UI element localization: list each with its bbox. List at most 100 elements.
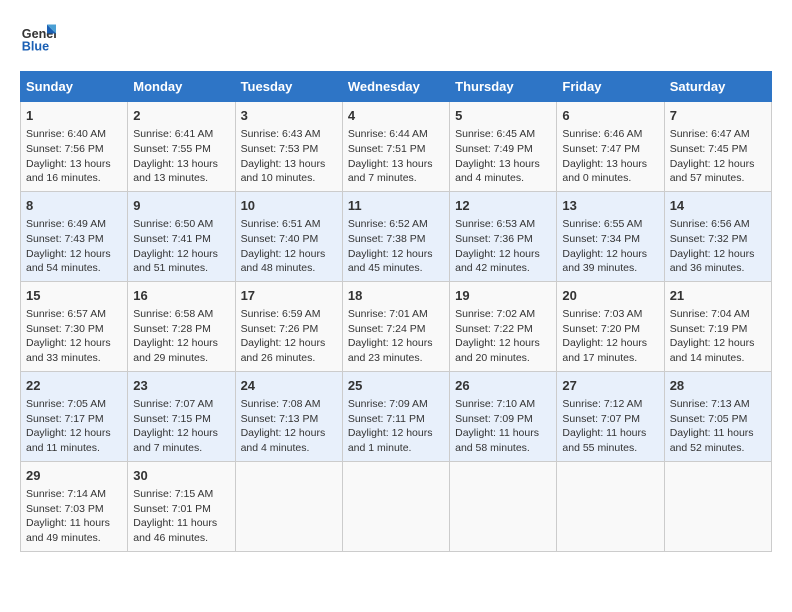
- day-number: 15: [26, 287, 122, 305]
- header-day-friday: Friday: [557, 72, 664, 102]
- day-number: 27: [562, 377, 658, 395]
- calendar-cell: 26Sunrise: 7:10 AM Sunset: 7:09 PM Dayli…: [450, 371, 557, 461]
- day-number: 6: [562, 107, 658, 125]
- calendar-header: SundayMondayTuesdayWednesdayThursdayFrid…: [21, 72, 772, 102]
- calendar-cell: 21 Sunrise: 7:04 AM Sunset: 7:19 PM Dayli…: [664, 281, 771, 371]
- calendar-cell: 12 Sunrise: 6:53 AM Sunset: 7:36 PM Dayli…: [450, 191, 557, 281]
- logo: General Blue: [20, 20, 62, 56]
- day-number: 10: [241, 197, 337, 215]
- day-number: 28: [670, 377, 766, 395]
- calendar-cell: 16 Sunrise: 6:58 AM Sunset: 7:28 PM Dayli…: [128, 281, 235, 371]
- calendar-cell: 17 Sunrise: 6:59 AM Sunset: 7:26 PM Dayli…: [235, 281, 342, 371]
- day-detail: Sunrise: 6:50 AM Sunset: 7:41 PM Dayligh…: [133, 217, 229, 276]
- day-detail: Sunrise: 6:49 AM Sunset: 7:43 PM Dayligh…: [26, 217, 122, 276]
- calendar-cell: 20 Sunrise: 7:03 AM Sunset: 7:20 PM Dayli…: [557, 281, 664, 371]
- day-detail: Sunrise: 6:59 AM Sunset: 7:26 PM Dayligh…: [241, 307, 337, 366]
- calendar-cell: 15 Sunrise: 6:57 AM Sunset: 7:30 PM Dayli…: [21, 281, 128, 371]
- calendar-cell: 25 Sunrise: 7:09 AM Sunset: 7:11 PM Dayli…: [342, 371, 449, 461]
- day-number: 21: [670, 287, 766, 305]
- calendar-cell: 27 Sunrise: 7:12 AM Sunset: 7:07 PM Dayli…: [557, 371, 664, 461]
- day-detail: Sunrise: 7:09 AM Sunset: 7:11 PM Dayligh…: [348, 397, 444, 456]
- day-number: 13: [562, 197, 658, 215]
- day-number: 18: [348, 287, 444, 305]
- day-detail: Sunrise: 6:40 AM Sunset: 7:56 PM Dayligh…: [26, 127, 122, 186]
- calendar-week-3: 15 Sunrise: 6:57 AM Sunset: 7:30 PM Dayli…: [21, 281, 772, 371]
- day-number: 20: [562, 287, 658, 305]
- day-number: 7: [670, 107, 766, 125]
- day-detail: Sunrise: 7:05 AM Sunset: 7:17 PM Dayligh…: [26, 397, 122, 456]
- header-day-monday: Monday: [128, 72, 235, 102]
- day-number: 12: [455, 197, 551, 215]
- day-number: 4: [348, 107, 444, 125]
- calendar-cell: [342, 461, 449, 551]
- calendar-cell: 6 Sunrise: 6:46 AM Sunset: 7:47 PM Daylig…: [557, 102, 664, 192]
- header-day-saturday: Saturday: [664, 72, 771, 102]
- day-number: 17: [241, 287, 337, 305]
- day-detail: Sunrise: 7:13 AM Sunset: 7:05 PM Dayligh…: [670, 397, 766, 456]
- day-number: 1: [26, 107, 122, 125]
- day-detail: Sunrise: 6:58 AM Sunset: 7:28 PM Dayligh…: [133, 307, 229, 366]
- calendar-week-5: 29 Sunrise: 7:14 AM Sunset: 7:03 PM Dayli…: [21, 461, 772, 551]
- day-number: 25: [348, 377, 444, 395]
- day-number: 30: [133, 467, 229, 485]
- logo-icon: General Blue: [20, 20, 56, 56]
- calendar-table: SundayMondayTuesdayWednesdayThursdayFrid…: [20, 71, 772, 552]
- day-number: 26: [455, 377, 551, 395]
- calendar-week-2: 8 Sunrise: 6:49 AM Sunset: 7:43 PM Daylig…: [21, 191, 772, 281]
- day-detail: Sunrise: 6:46 AM Sunset: 7:47 PM Dayligh…: [562, 127, 658, 186]
- page-header: General Blue: [20, 20, 772, 56]
- calendar-cell: 2 Sunrise: 6:41 AM Sunset: 7:55 PM Daylig…: [128, 102, 235, 192]
- calendar-week-1: 1 Sunrise: 6:40 AM Sunset: 7:56 PM Daylig…: [21, 102, 772, 192]
- day-number: 9: [133, 197, 229, 215]
- calendar-week-4: 22 Sunrise: 7:05 AM Sunset: 7:17 PM Dayli…: [21, 371, 772, 461]
- day-detail: Sunrise: 6:51 AM Sunset: 7:40 PM Dayligh…: [241, 217, 337, 276]
- day-detail: Sunrise: 6:45 AM Sunset: 7:49 PM Dayligh…: [455, 127, 551, 186]
- day-detail: Sunrise: 6:43 AM Sunset: 7:53 PM Dayligh…: [241, 127, 337, 186]
- day-number: 22: [26, 377, 122, 395]
- day-detail: Sunrise: 7:03 AM Sunset: 7:20 PM Dayligh…: [562, 307, 658, 366]
- calendar-cell: 4 Sunrise: 6:44 AM Sunset: 7:51 PM Daylig…: [342, 102, 449, 192]
- day-number: 24: [241, 377, 337, 395]
- header-day-thursday: Thursday: [450, 72, 557, 102]
- svg-text:Blue: Blue: [22, 40, 49, 54]
- day-detail: Sunrise: 7:14 AM Sunset: 7:03 PM Dayligh…: [26, 487, 122, 546]
- header-day-wednesday: Wednesday: [342, 72, 449, 102]
- day-number: 5: [455, 107, 551, 125]
- day-detail: Sunrise: 7:12 AM Sunset: 7:07 PM Dayligh…: [562, 397, 658, 456]
- day-detail: Sunrise: 7:02 AM Sunset: 7:22 PM Dayligh…: [455, 307, 551, 366]
- calendar-cell: 11Sunrise: 6:52 AM Sunset: 7:38 PM Dayli…: [342, 191, 449, 281]
- calendar-cell: 19Sunrise: 7:02 AM Sunset: 7:22 PM Dayli…: [450, 281, 557, 371]
- day-detail: Sunrise: 7:15 AM Sunset: 7:01 PM Dayligh…: [133, 487, 229, 546]
- day-detail: Sunrise: 6:56 AM Sunset: 7:32 PM Dayligh…: [670, 217, 766, 276]
- day-detail: Sunrise: 6:57 AM Sunset: 7:30 PM Dayligh…: [26, 307, 122, 366]
- calendar-cell: [235, 461, 342, 551]
- header-day-sunday: Sunday: [21, 72, 128, 102]
- day-number: 8: [26, 197, 122, 215]
- day-detail: Sunrise: 6:41 AM Sunset: 7:55 PM Dayligh…: [133, 127, 229, 186]
- calendar-cell: 24 Sunrise: 7:08 AM Sunset: 7:13 PM Dayli…: [235, 371, 342, 461]
- calendar-cell: [664, 461, 771, 551]
- calendar-cell: [557, 461, 664, 551]
- calendar-cell: 5 Sunrise: 6:45 AM Sunset: 7:49 PM Daylig…: [450, 102, 557, 192]
- day-detail: Sunrise: 7:07 AM Sunset: 7:15 PM Dayligh…: [133, 397, 229, 456]
- calendar-cell: 1 Sunrise: 6:40 AM Sunset: 7:56 PM Daylig…: [21, 102, 128, 192]
- day-number: 3: [241, 107, 337, 125]
- calendar-body: 1 Sunrise: 6:40 AM Sunset: 7:56 PM Daylig…: [21, 102, 772, 552]
- day-detail: Sunrise: 6:55 AM Sunset: 7:34 PM Dayligh…: [562, 217, 658, 276]
- day-number: 29: [26, 467, 122, 485]
- day-number: 16: [133, 287, 229, 305]
- calendar-cell: [450, 461, 557, 551]
- day-detail: Sunrise: 6:47 AM Sunset: 7:45 PM Dayligh…: [670, 127, 766, 186]
- calendar-cell: 8 Sunrise: 6:49 AM Sunset: 7:43 PM Daylig…: [21, 191, 128, 281]
- day-detail: Sunrise: 6:44 AM Sunset: 7:51 PM Dayligh…: [348, 127, 444, 186]
- day-number: 2: [133, 107, 229, 125]
- day-detail: Sunrise: 7:08 AM Sunset: 7:13 PM Dayligh…: [241, 397, 337, 456]
- header-day-tuesday: Tuesday: [235, 72, 342, 102]
- calendar-cell: 29 Sunrise: 7:14 AM Sunset: 7:03 PM Dayli…: [21, 461, 128, 551]
- calendar-cell: 22 Sunrise: 7:05 AM Sunset: 7:17 PM Dayli…: [21, 371, 128, 461]
- header-row: SundayMondayTuesdayWednesdayThursdayFrid…: [21, 72, 772, 102]
- day-detail: Sunrise: 6:53 AM Sunset: 7:36 PM Dayligh…: [455, 217, 551, 276]
- calendar-cell: 3 Sunrise: 6:43 AM Sunset: 7:53 PM Daylig…: [235, 102, 342, 192]
- day-detail: Sunrise: 7:04 AM Sunset: 7:19 PM Dayligh…: [670, 307, 766, 366]
- day-number: 23: [133, 377, 229, 395]
